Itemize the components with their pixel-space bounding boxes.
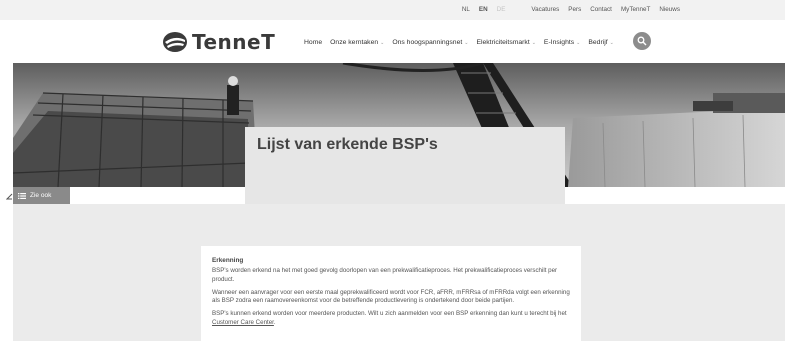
nav-bedrijf[interactable]: Bedrijf ⌄ (588, 39, 613, 46)
nav-e-insights[interactable]: E-Insights ⌄ (544, 39, 580, 46)
customer-care-center-link[interactable]: Customer Care Center (212, 319, 274, 326)
link-contact[interactable]: Contact (590, 6, 612, 13)
article-card: Erkenning BSP's worden erkend na het met… (201, 246, 581, 341)
list-icon (18, 192, 26, 199)
nav-onze-kerntaken-label: Onze kerntaken (330, 39, 379, 46)
zie-ook-button[interactable]: Zie ook (13, 187, 70, 204)
nav-bedrijf-label: Bedrijf (588, 39, 608, 46)
nav-hoogspanningsnet-label: Ons hoogspanningsnet (392, 39, 463, 46)
nav-elektriciteitsmarkt-label: Elektriciteitsmarkt (476, 39, 530, 46)
article-heading: Erkenning (212, 257, 244, 264)
zie-ook-label: Zie ook (30, 192, 52, 199)
page-title: Lijst van erkende BSP's (257, 136, 438, 153)
nav-home-label: Home (304, 39, 323, 46)
chevron-down-icon: ⌄ (380, 39, 385, 46)
nav-elektriciteitsmarkt[interactable]: Elektriciteitsmarkt ⌄ (476, 39, 535, 46)
article-paragraph-3-text: BSP's kunnen erkend worden voor meerdere… (212, 310, 567, 318)
nav-onze-kerntaken[interactable]: Onze kerntaken ⌄ (330, 39, 384, 46)
chevron-down-icon: ⌄ (531, 39, 536, 46)
link-mytennet[interactable]: MyTenneT (621, 6, 650, 13)
tennet-logo[interactable]: TenneT (162, 30, 275, 54)
link-vacatures[interactable]: Vacatures (531, 6, 559, 13)
article-paragraph-3: BSP's kunnen erkend worden voor meerdere… (212, 310, 571, 328)
tennet-logo-icon (163, 32, 187, 52)
main-navigation: Home Onze kerntaken ⌄ Ons hoogspanningsne… (304, 39, 614, 46)
lang-de[interactable]: DE (497, 6, 506, 13)
search-button[interactable] (633, 32, 651, 50)
link-pers[interactable]: Pers (568, 6, 581, 13)
arrow-back-icon[interactable] (6, 192, 14, 209)
chevron-down-icon: ⌄ (464, 39, 469, 46)
article-paragraph-2: Wanneer een aanvrager voor een eerste ma… (212, 288, 570, 305)
lang-en[interactable]: EN (479, 6, 488, 13)
article-paragraph-1: BSP's worden erkend na het met goed gevo… (212, 267, 558, 283)
page-title-box: Lijst van erkende BSP's (245, 127, 565, 205)
lang-nl[interactable]: NL (462, 6, 470, 13)
utility-bar: NL EN DE Vacatures Pers Contact MyTenneT… (0, 0, 785, 20)
nav-e-insights-label: E-Insights (543, 39, 575, 46)
utility-links: NL EN DE Vacatures Pers Contact MyTenneT… (462, 6, 680, 13)
chevron-down-icon: ⌄ (576, 39, 581, 46)
link-nieuws[interactable]: Nieuws (659, 6, 680, 13)
chevron-down-icon: ⌄ (609, 39, 614, 46)
utility-spacer (514, 6, 522, 13)
logo-wordmark: TenneT (192, 30, 276, 54)
nav-home[interactable]: Home (304, 39, 322, 46)
search-icon (637, 36, 647, 46)
article-paragraph-3-end: . (273, 318, 276, 326)
nav-hoogspanningsnet[interactable]: Ons hoogspanningsnet ⌄ (392, 39, 468, 46)
main-header: TenneT Home Onze kerntaken ⌄ Ons hoogspan… (0, 20, 785, 63)
